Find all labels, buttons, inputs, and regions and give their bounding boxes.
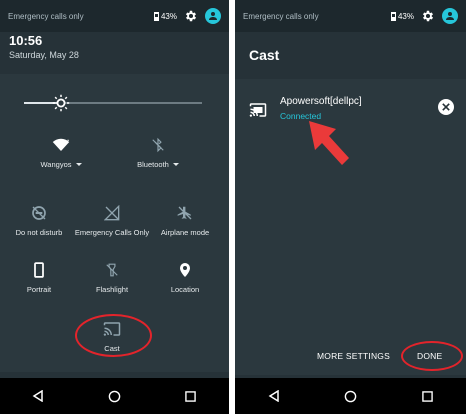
tile-airplane-mode[interactable]: Airplane mode [140,204,229,237]
navigation-bar [235,378,466,414]
cast-device-dialog: Apowersoft[dellpc] Connected MORE SETTIN… [235,79,466,375]
brightness-icon[interactable] [52,94,70,112]
wifi-icon [52,136,70,154]
flashlight-icon [103,261,121,279]
chevron-down-icon[interactable] [75,163,82,166]
battery-icon [153,11,159,21]
more-settings-button[interactable]: MORE SETTINGS [317,351,390,361]
status-notice: Emergency calls only [8,11,84,21]
red-arrow-annotation [309,121,349,165]
quick-settings-panel: Wangyos Bluetooth Do not disturb Emergen… [0,74,229,372]
home-icon[interactable] [104,386,124,406]
tile-wifi-label: Wangyos [40,160,72,169]
tile-airplane-mode-label: Airplane mode [160,228,210,237]
tile-portrait-label: Portrait [26,285,52,294]
back-icon[interactable] [264,386,284,406]
status-bar: Emergency calls only 43% [0,0,229,32]
battery-level: 43% [160,11,177,21]
status-bar: Emergency calls only 43% [235,0,466,32]
clock-date: Saturday, May 28 [9,50,79,60]
clock-time: 10:56 [9,33,43,48]
signal-off-icon [103,204,121,222]
tile-emergency-calls-label: Emergency Calls Only [74,228,150,237]
back-icon[interactable] [28,386,48,406]
tile-flashlight-label: Flashlight [95,285,129,294]
portrait-icon [30,261,48,279]
battery-level: 43% [397,11,414,21]
cast-highlight-circle [75,314,152,357]
recents-icon[interactable] [418,386,438,406]
cast-device-name: Apowersoft[dellpc] [280,96,362,107]
recents-icon[interactable] [181,386,201,406]
gear-icon[interactable] [183,8,199,24]
cast-title: Cast [249,47,280,63]
gear-icon[interactable] [420,8,436,24]
cast-screen: Emergency calls only 43% Cast Apowersoft… [235,0,466,414]
tile-bluetooth[interactable]: Bluetooth [113,136,203,169]
cast-connected-icon [249,102,267,120]
tile-bluetooth-label: Bluetooth [137,160,169,169]
airplane-mode-icon [176,204,194,222]
done-highlight-circle [401,341,463,371]
avatar-icon[interactable] [205,8,221,24]
chevron-down-icon[interactable] [172,163,179,166]
close-icon[interactable] [438,99,454,115]
location-icon [176,261,194,279]
bluetooth-off-icon [149,136,167,154]
status-notice: Emergency calls only [243,11,319,21]
tile-location-label: Location [170,285,200,294]
home-icon[interactable] [341,386,361,406]
battery-icon [390,11,396,21]
tile-location[interactable]: Location [140,261,229,294]
quick-settings-screen: Emergency calls only 43% 10:56 Saturday,… [0,0,229,414]
avatar-icon[interactable] [442,8,458,24]
battery-indicator: 43% [390,11,414,21]
tile-wifi[interactable]: Wangyos [16,136,106,169]
battery-indicator: 43% [153,11,177,21]
navigation-bar [0,378,229,414]
tile-do-not-disturb-label: Do not disturb [15,228,63,237]
do-not-disturb-icon [30,204,48,222]
